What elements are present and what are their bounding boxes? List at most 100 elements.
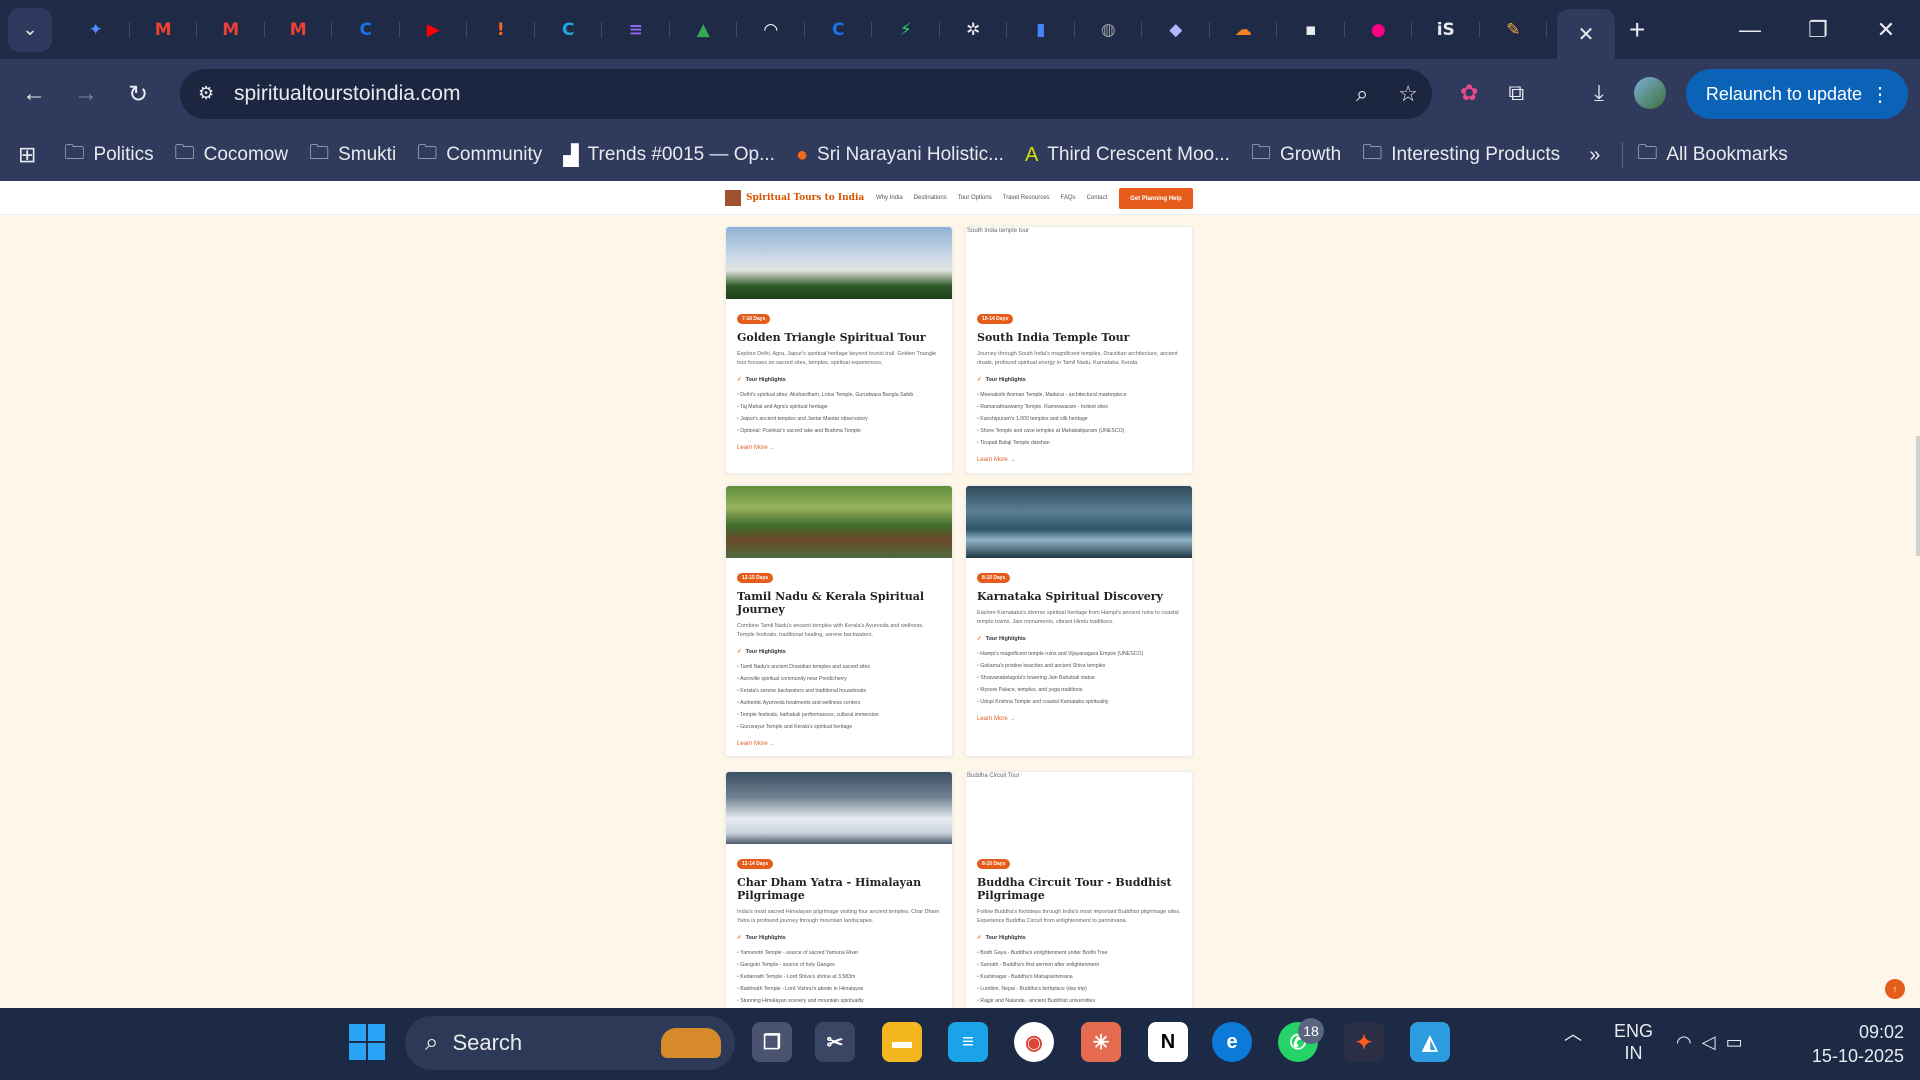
reload-button[interactable]: ↻ — [112, 80, 164, 109]
tab-search-button[interactable]: ⌄ — [8, 7, 52, 52]
bookmark-item[interactable]: 🗀 Community — [417, 138, 542, 172]
all-bookmarks-button[interactable]: 🗀 All Bookmarks — [1637, 138, 1787, 172]
bookmark-item[interactable]: 🗀 Smukti — [309, 138, 396, 172]
bookmark-item[interactable]: 🗀 Cocomow — [175, 138, 288, 172]
windows-start-icon[interactable] — [349, 1024, 385, 1060]
site-nav-link[interactable]: Travel Resources — [1003, 195, 1050, 201]
bookmark-label: Trends #0015 — Op... — [587, 144, 775, 165]
close-icon[interactable]: ✕ — [1852, 17, 1920, 43]
color-wheel-icon[interactable]: ✿ — [1460, 80, 1478, 106]
tab[interactable]: ▮ — [1007, 10, 1075, 50]
chrome-icon[interactable]: ◉ — [1014, 1022, 1054, 1062]
scrollbar-thumb[interactable] — [1916, 436, 1920, 556]
menu-kebab-icon[interactable]: ⋮ — [1870, 82, 1890, 107]
learn-more-link[interactable]: Learn More → — [977, 457, 1181, 463]
tab[interactable]: ✦ — [62, 10, 130, 50]
learn-more-link[interactable]: Learn More → — [737, 445, 941, 451]
tab[interactable]: ≡ — [602, 10, 670, 50]
tour-card[interactable]: Buddha Circuit Tour 8-10 Days Buddha Circu… — [965, 771, 1193, 1008]
system-tray[interactable]: ◠◁▭ — [1676, 1032, 1753, 1053]
tab[interactable]: ✲ — [940, 10, 1008, 50]
tab[interactable]: M — [197, 10, 265, 50]
profile-avatar[interactable] — [1633, 77, 1666, 109]
new-tab-button[interactable]: + — [1629, 14, 1645, 46]
language-indicator[interactable]: ENG IN — [1614, 1020, 1653, 1064]
site-logo[interactable]: Spiritual Tours to India — [725, 190, 864, 206]
get-planning-help-button[interactable]: Get Planning Help — [1119, 188, 1193, 209]
learn-more-link[interactable]: Learn More → — [737, 741, 941, 747]
tab[interactable]: M — [130, 10, 198, 50]
tour-title: Tamil Nadu & Kerala Spiritual Journey — [737, 590, 925, 616]
zoom-icon[interactable]: ⌕ — [1356, 81, 1368, 107]
bookmark-item[interactable]: 🗀 Politics — [64, 138, 153, 172]
highlight-item: Tirupati Balaji Temple darshan — [977, 437, 1181, 449]
task-view-icon[interactable]: ❐ — [752, 1022, 792, 1062]
bookmark-item[interactable]: 🗀 Growth — [1251, 138, 1341, 172]
notepad-icon[interactable]: ≡ — [948, 1022, 988, 1062]
address-bar[interactable]: ⚙ spiritualtourstoindia.com ⌕ ☆ — [180, 69, 1432, 119]
more-bookmarks-icon[interactable]: » — [1589, 144, 1600, 167]
taskbar-search[interactable]: ⌕ Search — [405, 1016, 735, 1070]
tab[interactable]: ▲ — [670, 10, 738, 50]
tour-card[interactable]: 12-14 Days Char Dham Yatra - Himalayan Pi… — [725, 771, 953, 1008]
site-logo-text: Spiritual Tours to India — [746, 193, 865, 203]
claude-icon[interactable]: ✳ — [1081, 1022, 1121, 1062]
learn-more-link[interactable]: Learn More → — [977, 716, 1181, 722]
bookmark-item[interactable]: ● Sri Narayani Holistic... — [796, 138, 1004, 172]
tab[interactable]: C — [805, 10, 873, 50]
bookmark-item[interactable]: 🗀 Interesting Products — [1362, 138, 1560, 172]
notion-icon[interactable]: N — [1148, 1022, 1188, 1062]
bookmark-item[interactable]: A Third Crescent Moo... — [1025, 138, 1230, 172]
tab[interactable]: ▪ — [1277, 10, 1345, 50]
url-text[interactable]: spiritualtourstoindia.com — [234, 82, 460, 106]
tab[interactable]: ◍ — [1075, 10, 1143, 50]
relaunch-button[interactable]: Relaunch to update ⋮ — [1685, 69, 1908, 119]
tour-card[interactable]: 8-10 Days Karnataka Spiritual Discovery Ex… — [965, 485, 1193, 757]
tab[interactable]: ◆ — [1142, 10, 1210, 50]
tour-card[interactable]: 7-10 Days Golden Triangle Spiritual Tour E… — [725, 226, 953, 474]
app-icon[interactable]: ✦ — [1344, 1022, 1384, 1062]
tab[interactable]: M — [265, 10, 333, 50]
minimize-icon[interactable]: — — [1716, 17, 1784, 43]
tab[interactable]: ▶ — [400, 10, 468, 50]
site-info-icon[interactable]: ⚙ — [198, 83, 220, 105]
tab[interactable]: ✎ — [1480, 10, 1548, 50]
site-nav-link[interactable]: Why India — [876, 195, 903, 201]
tab[interactable]: ! — [467, 10, 535, 50]
tab[interactable]: C — [535, 10, 603, 50]
active-tab[interactable]: ✕ — [1557, 9, 1615, 59]
extensions-icon[interactable]: ⧉ — [1508, 80, 1524, 106]
chevron-up-icon[interactable]: ︿ — [1564, 1020, 1582, 1046]
apps-grid-icon[interactable]: ⊞ — [18, 142, 36, 168]
snipping-tool-icon[interactable]: ✂ — [815, 1022, 855, 1062]
tab[interactable]: ☁ — [1210, 10, 1278, 50]
clock[interactable]: 09:02 15-10-2025 — [1812, 1020, 1904, 1068]
narayani-icon: ● — [795, 143, 809, 166]
back-button[interactable]: ← — [8, 80, 60, 108]
wifi-icon: ◠ — [1676, 1032, 1702, 1052]
tab[interactable]: iS — [1412, 10, 1480, 50]
tab[interactable]: ⚡ — [872, 10, 940, 50]
bookmark-label: Sri Narayani Holistic... — [817, 144, 1004, 165]
divider — [1622, 142, 1624, 168]
tab[interactable]: ● — [1345, 10, 1413, 50]
download-icon[interactable]: ⤓ — [1594, 80, 1604, 106]
close-tab-icon[interactable]: ✕ — [1578, 22, 1595, 47]
tour-card[interactable]: South India temple tour 10-14 Days South I… — [965, 226, 1193, 474]
site-nav-link[interactable]: FAQs — [1061, 195, 1076, 201]
restore-icon[interactable]: ❐ — [1784, 17, 1852, 43]
scroll-to-top-button[interactable]: ↑ — [1885, 979, 1905, 999]
bookmark-item[interactable]: ▟ Trends #0015 — Op... — [563, 138, 775, 172]
tour-card[interactable]: 12-15 Days Tamil Nadu & Kerala Spiritual … — [725, 485, 953, 757]
edge-icon[interactable]: e — [1212, 1022, 1252, 1062]
file-explorer-icon[interactable]: ▬ — [882, 1022, 922, 1062]
tab[interactable]: ◠ — [737, 10, 805, 50]
tab[interactable]: C — [332, 10, 400, 50]
photos-icon[interactable]: ◭ — [1410, 1022, 1450, 1062]
site-nav-link[interactable]: Contact — [1087, 195, 1108, 201]
folder-icon: 🗀 — [64, 142, 85, 164]
bookmark-star-icon[interactable]: ☆ — [1398, 81, 1418, 107]
site-nav-link[interactable]: Destinations — [914, 195, 947, 201]
forward-button[interactable]: → — [60, 80, 112, 108]
site-nav-link[interactable]: Tour Options — [958, 195, 992, 201]
